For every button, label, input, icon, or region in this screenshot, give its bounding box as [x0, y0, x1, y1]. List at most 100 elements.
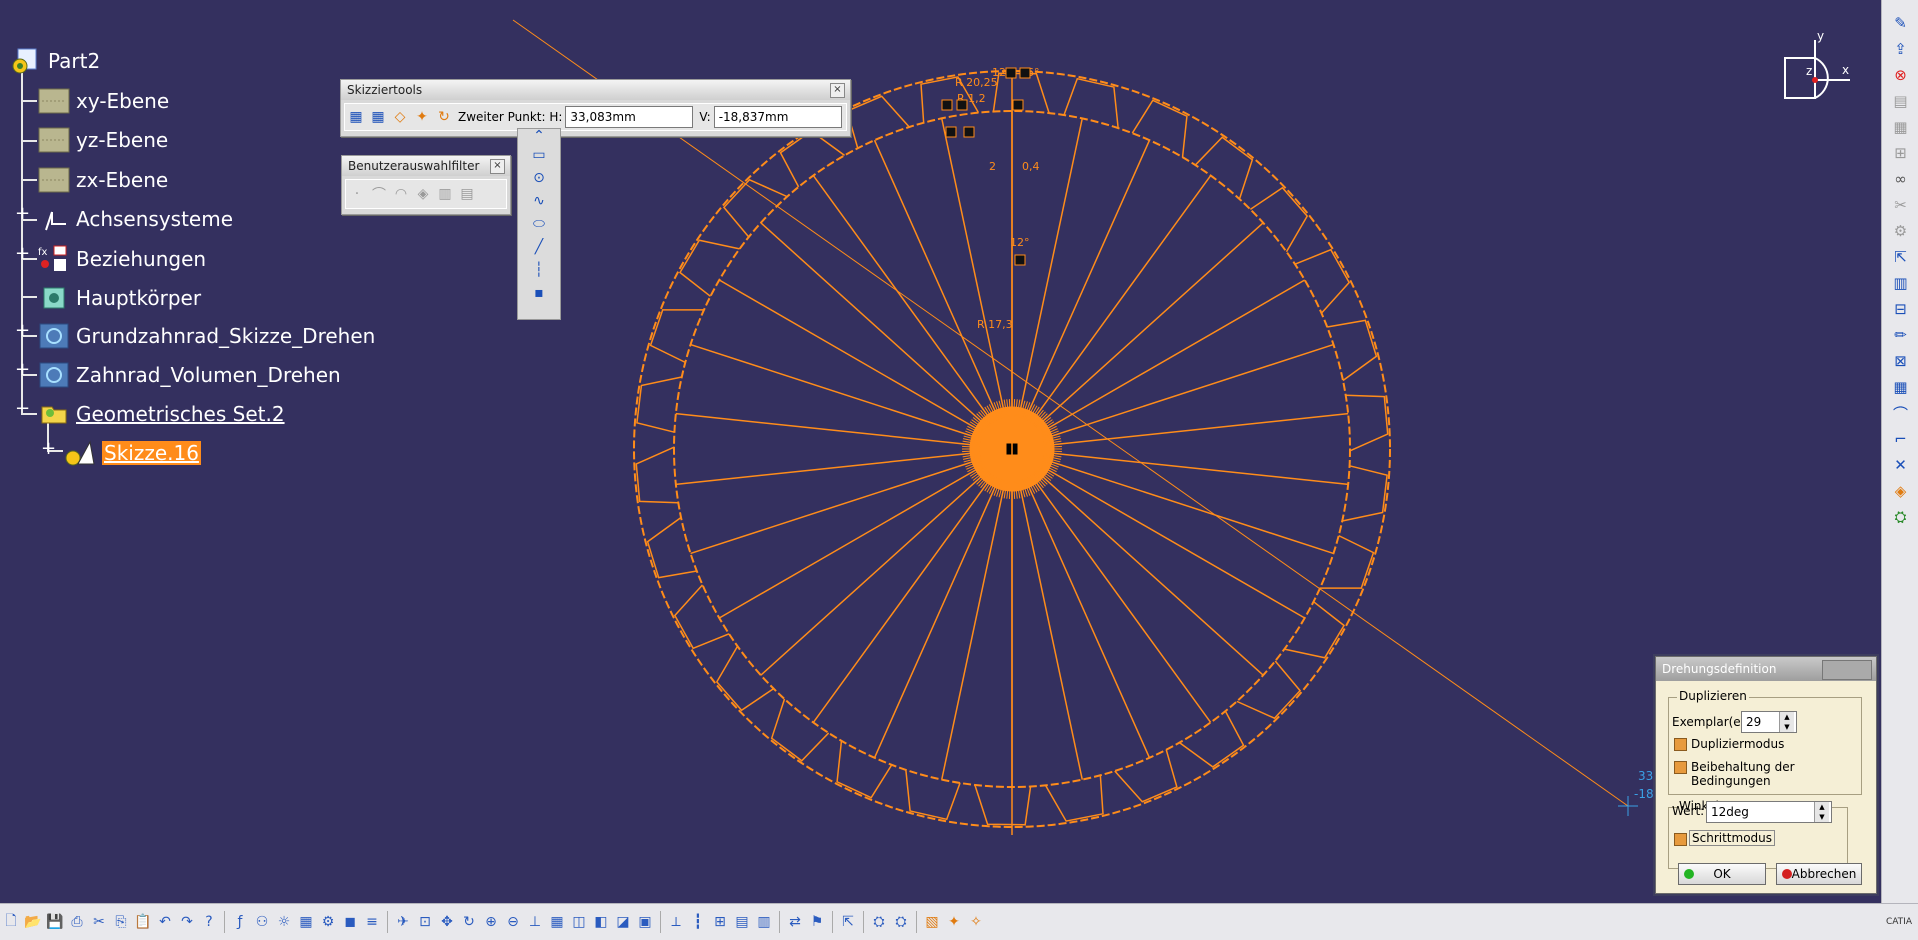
point-icon[interactable]: ▪	[521, 281, 557, 304]
dimension-constraint-icon[interactable]: ✧	[965, 910, 987, 934]
paste-icon[interactable]: ▦	[1886, 114, 1916, 140]
new-icon[interactable]: 🗋	[0, 910, 22, 934]
compass[interactable]: y x z	[1775, 28, 1865, 118]
save-icon[interactable]: 💾	[44, 910, 66, 934]
tree-item-geometrical-set[interactable]: Geometrisches Set.2	[38, 398, 285, 430]
analysis-icon[interactable]: ⊠	[1886, 348, 1916, 374]
construction-geometry-icon[interactable]: ◇	[389, 106, 411, 128]
sketch-pen-icon[interactable]: ✎	[1886, 10, 1916, 36]
zoom-in-icon[interactable]: ⊕	[480, 910, 502, 934]
chamfer-icon[interactable]: ⌐	[1886, 426, 1916, 452]
tree-item-gear-volume-shaft[interactable]: Zahnrad_Volumen_Drehen	[38, 359, 341, 391]
tree-item-axis-systems[interactable]: Achsensysteme	[38, 203, 233, 235]
spline-icon[interactable]: ∿	[521, 189, 557, 212]
open-icon[interactable]: 📂	[22, 910, 44, 934]
rotation-definition-dialog[interactable]: Drehungsdefinition Duplizieren Exemplar(…	[1655, 656, 1877, 894]
polyline-icon[interactable]: ⌃	[521, 128, 557, 144]
tools-icon[interactable]: ⊞	[709, 910, 731, 934]
specification-tree[interactable]: Part2 xy-Ebene yz-Ebene zx-Ebene Achsens…	[0, 0, 400, 500]
fit-all-icon[interactable]: ⊡	[414, 910, 436, 934]
quick-select-filter-icon[interactable]: ▤	[456, 183, 478, 205]
section-icon[interactable]: ▥	[753, 910, 775, 934]
copy-icon[interactable]: ⎘	[110, 910, 132, 934]
3d-viewport[interactable]: R 20,25 R 1,2 125 6° 2 0,4 R 17,3 12° Part2 xy-…	[0, 0, 1880, 903]
close-icon[interactable]: ×	[830, 83, 845, 98]
normal-view-icon[interactable]: ⊥	[524, 910, 546, 934]
dimensional-constraints-icon[interactable]: ↻	[433, 106, 455, 128]
hide-show-icon[interactable]: ◪	[612, 910, 634, 934]
transform-icon[interactable]: ◈	[1886, 478, 1916, 504]
close-icon[interactable]: ×	[490, 159, 505, 174]
keep-constraints-checkbox[interactable]	[1674, 761, 1687, 774]
catalog-icon[interactable]: ◼	[339, 910, 361, 934]
isolate-icon[interactable]: ⚙	[1886, 218, 1916, 244]
constraints-list-icon[interactable]: ┇	[687, 910, 709, 934]
pan-icon[interactable]: ✥	[436, 910, 458, 934]
measure-item-icon[interactable]: ⛭	[890, 910, 912, 934]
knowledge-icon[interactable]: ⚇	[251, 910, 273, 934]
v-coordinate-field[interactable]: -18,837mm	[713, 106, 842, 128]
light-icon[interactable]: ☼	[273, 910, 295, 934]
tree-root-part2[interactable]: Part2	[10, 45, 100, 77]
close-red-icon[interactable]: ⊗	[1886, 62, 1916, 88]
point-filter-icon[interactable]: ·	[346, 183, 368, 205]
expand-icon[interactable]: +	[15, 322, 30, 340]
flag-icon[interactable]: ⚑	[806, 910, 828, 934]
tree-item-base-gear-sketch-shaft[interactable]: Grundzahnrad_Skizze_Drehen	[38, 320, 375, 352]
trim-icon[interactable]: ✕	[1886, 452, 1916, 478]
formula-icon[interactable]: ƒ	[229, 910, 251, 934]
constraint-icon[interactable]: ⊟	[1886, 296, 1916, 322]
swap-icon[interactable]: ⇄	[784, 910, 806, 934]
curve-filter-icon[interactable]: ⌒	[368, 183, 390, 205]
undo-icon[interactable]: ↶	[154, 910, 176, 934]
rotate-icon[interactable]: ↻	[458, 910, 480, 934]
exit-workbench-icon[interactable]: ⇪	[1886, 36, 1916, 62]
expand-icon[interactable]: +	[15, 205, 30, 223]
print-icon[interactable]: ⎙	[66, 910, 88, 934]
snap-icon[interactable]: ⇱	[837, 910, 859, 934]
zoom-out-icon[interactable]: ⊖	[502, 910, 524, 934]
expand-icon[interactable]: +	[15, 361, 30, 379]
snap-to-point-icon[interactable]: ▦	[367, 106, 389, 128]
paste-icon[interactable]: 📋	[132, 910, 154, 934]
line-icon[interactable]: ╱	[521, 235, 557, 258]
glasses-icon[interactable]: ∞	[1886, 166, 1916, 192]
bottom-toolbar[interactable]: 🗋 📂 💾 ⎙ ✂ ⎘ 📋 ↶ ↷ ? ƒ ⚇ ☼ ▦ ⚙ ◼ ≡ ✈ ⊡ ✥ …	[0, 903, 1918, 940]
equations-icon[interactable]: ≡	[361, 910, 383, 934]
law-icon[interactable]: ⚙	[317, 910, 339, 934]
volume-filter-icon[interactable]: ◈	[412, 183, 434, 205]
expand-icon[interactable]: +	[15, 245, 30, 263]
tree-item-zx-plane[interactable]: zx-Ebene	[38, 164, 168, 196]
sketch-tools-toolbar[interactable]: Skizziertools × ▦ ▦ ◇ ✦ ↻ Zweiter Punkt: …	[340, 79, 851, 137]
tree-item-yz-plane[interactable]: yz-Ebene	[38, 124, 168, 156]
corner-icon[interactable]: ⌒	[1886, 400, 1916, 426]
collapse-icon[interactable]: −	[15, 400, 30, 418]
swap-visible-icon[interactable]: ▣	[634, 910, 656, 934]
step-mode-checkbox[interactable]	[1674, 833, 1687, 846]
whats-this-icon[interactable]: ?	[198, 910, 220, 934]
tree-item-sketch-16[interactable]: Skizze.16	[64, 437, 201, 469]
duplicate-mode-checkbox[interactable]	[1674, 738, 1687, 751]
copy-icon[interactable]: ▤	[1886, 88, 1916, 114]
dialog-title-controls[interactable]	[1822, 660, 1872, 680]
tree-item-xy-plane[interactable]: xy-Ebene	[38, 85, 169, 117]
construction-icon[interactable]: ▧	[921, 910, 943, 934]
user-selection-filter-toolbar[interactable]: Benutzerauswahlfilter × · ⌒ ◠ ◈ ▥ ▤	[341, 155, 511, 215]
h-coordinate-field[interactable]: 33,083mm	[565, 106, 694, 128]
ellipse-icon[interactable]: ⬭	[521, 212, 557, 235]
feature-element-filter-icon[interactable]: ▥	[434, 183, 456, 205]
cut-icon[interactable]: ✂	[88, 910, 110, 934]
tree-item-main-body[interactable]: Hauptkörper	[38, 282, 201, 314]
geometric-constraint-icon[interactable]: ✦	[943, 910, 965, 934]
axis-icon[interactable]: ┆	[521, 258, 557, 281]
circle-icon[interactable]: ⊙	[521, 166, 557, 189]
tree-item-relations[interactable]: fx Beziehungen	[38, 243, 206, 275]
measure-icon[interactable]: ⛭	[868, 910, 890, 934]
expand-icon[interactable]: +	[41, 440, 56, 458]
instances-spinner[interactable]: ▲ ▼	[1779, 712, 1794, 732]
shading-icon[interactable]: ◧	[590, 910, 612, 934]
multi-view-icon[interactable]: ▦	[546, 910, 568, 934]
select-arrow-icon[interactable]: ⇱	[1886, 244, 1916, 270]
angle-spinner[interactable]: ▲ ▼	[1814, 802, 1829, 822]
right-toolbar[interactable]: ✎ ⇪ ⊗ ▤ ▦ ⊞ ∞ ✂ ⚙ ⇱ ▥ ⊟ ✏ ⊠ ▦ ⌒ ⌐ ✕ ◈ ⛭	[1881, 0, 1918, 903]
